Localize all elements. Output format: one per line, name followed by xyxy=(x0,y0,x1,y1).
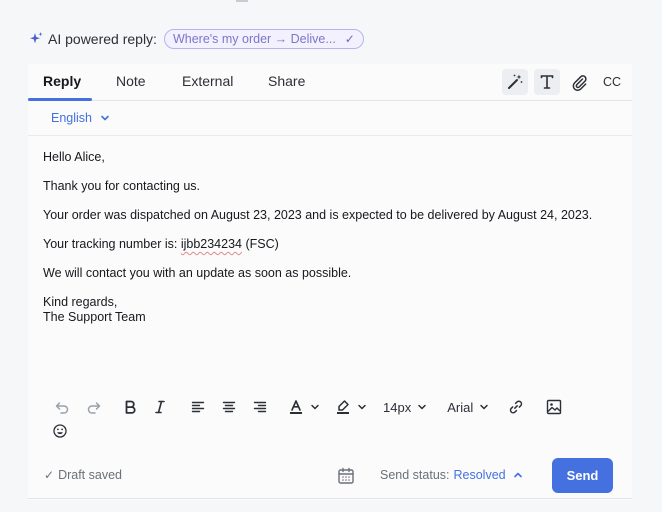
tab-reply[interactable]: Reply xyxy=(43,73,81,89)
tracking-suffix: (FSC) xyxy=(241,237,279,251)
italic-icon xyxy=(155,400,165,414)
reply-composer: Reply Note External Share CC English Hel… xyxy=(28,64,632,500)
editor-divider xyxy=(28,135,632,136)
message-dispatch: Your order was dispatched on August 23, … xyxy=(43,208,593,222)
send-button[interactable]: Send xyxy=(552,458,613,493)
message-greeting: Hello Alice, xyxy=(43,150,105,164)
chevron-down-icon xyxy=(358,404,366,410)
highlight-color-button[interactable] xyxy=(335,397,367,417)
bold-button[interactable] xyxy=(120,397,140,417)
font-family-select[interactable]: Arial xyxy=(447,397,489,417)
emoji-icon xyxy=(53,424,67,438)
chevron-down-icon xyxy=(311,404,319,410)
text-color-button[interactable] xyxy=(288,397,320,417)
calendar-icon xyxy=(338,467,354,484)
italic-button[interactable] xyxy=(150,397,170,417)
align-center-icon xyxy=(222,401,236,413)
message-signature: The Support Team xyxy=(43,310,146,324)
redo-icon xyxy=(87,402,101,414)
highlighter-icon xyxy=(337,400,349,414)
text-format-button[interactable] xyxy=(534,69,560,95)
align-center-button[interactable] xyxy=(219,397,239,417)
magic-wand-icon xyxy=(508,74,523,89)
check-icon: ✓ xyxy=(44,468,55,482)
align-left-icon xyxy=(191,401,205,413)
language-select-value: English xyxy=(51,111,92,125)
redo-button[interactable] xyxy=(84,397,104,417)
schedule-send-button[interactable] xyxy=(337,467,355,490)
insert-image-button[interactable] xyxy=(544,397,564,417)
font-family-value: Arial xyxy=(447,399,474,415)
insert-emoji-button[interactable] xyxy=(53,421,67,441)
message-update: We will contact you with an update as so… xyxy=(43,266,352,280)
send-status-label: Send status: xyxy=(380,468,450,482)
chevron-down-icon xyxy=(418,404,426,410)
tracking-prefix: Your tracking number is: xyxy=(43,237,181,251)
composer-tools: CC xyxy=(496,69,624,95)
active-tab-indicator xyxy=(28,98,92,101)
font-size-value: 14px xyxy=(383,399,412,415)
check-icon: ✓ xyxy=(344,32,355,46)
align-right-icon xyxy=(253,401,267,413)
draft-status-text: Draft saved xyxy=(58,468,122,482)
top-divider xyxy=(236,0,248,2)
composer-tabs: Reply Note External Share CC xyxy=(28,64,632,101)
send-status-select[interactable]: Send status: Resolved xyxy=(380,468,523,482)
tracking-number: ijbb234234 xyxy=(180,237,242,251)
text-color-icon xyxy=(290,400,302,414)
attach-button[interactable] xyxy=(566,69,592,95)
tab-note[interactable]: Note xyxy=(116,73,146,89)
align-left-button[interactable] xyxy=(188,397,208,417)
message-thanks: Thank you for contacting us. xyxy=(43,179,201,193)
cc-button[interactable]: CC xyxy=(600,69,624,95)
message-tracking: Your tracking number is: ijbb234234 (FSC… xyxy=(43,237,623,252)
chevron-up-icon xyxy=(513,472,522,478)
ai-reply-label: AI powered reply: xyxy=(48,31,157,47)
send-status-value: Resolved xyxy=(453,468,506,482)
tab-share[interactable]: Share xyxy=(268,73,305,89)
undo-button[interactable] xyxy=(52,397,72,417)
language-select[interactable]: English xyxy=(51,111,110,125)
footer-divider xyxy=(28,498,632,499)
chevron-down-icon xyxy=(101,115,109,121)
image-icon xyxy=(547,399,562,415)
bold-icon xyxy=(125,400,136,414)
insert-link-button[interactable] xyxy=(506,397,526,417)
font-size-select[interactable]: 14px xyxy=(383,397,427,417)
formatting-toolbar: 14px Arial xyxy=(52,397,564,417)
ai-assist-button[interactable] xyxy=(502,69,528,95)
undo-icon xyxy=(55,402,69,414)
paperclip-icon xyxy=(572,75,587,91)
tab-external[interactable]: External xyxy=(182,73,233,89)
ai-sparkle-icon xyxy=(30,32,43,44)
message-signoff: Kind regards, xyxy=(43,295,118,309)
ai-reply-row: AI powered reply: Where's my order → Del… xyxy=(28,29,364,49)
draft-status: ✓ Draft saved xyxy=(44,468,122,482)
align-right-button[interactable] xyxy=(250,397,270,417)
link-icon xyxy=(510,400,523,414)
text-format-icon xyxy=(540,75,554,89)
chevron-down-icon xyxy=(480,404,488,410)
ai-reply-suggestion-chip[interactable]: Where's my order → Delive... ✓ xyxy=(163,29,364,49)
message-editor[interactable]: Hello Alice, Thank you for contacting us… xyxy=(43,150,623,325)
ai-chip-text: Where's my order → Delive... xyxy=(172,32,336,46)
